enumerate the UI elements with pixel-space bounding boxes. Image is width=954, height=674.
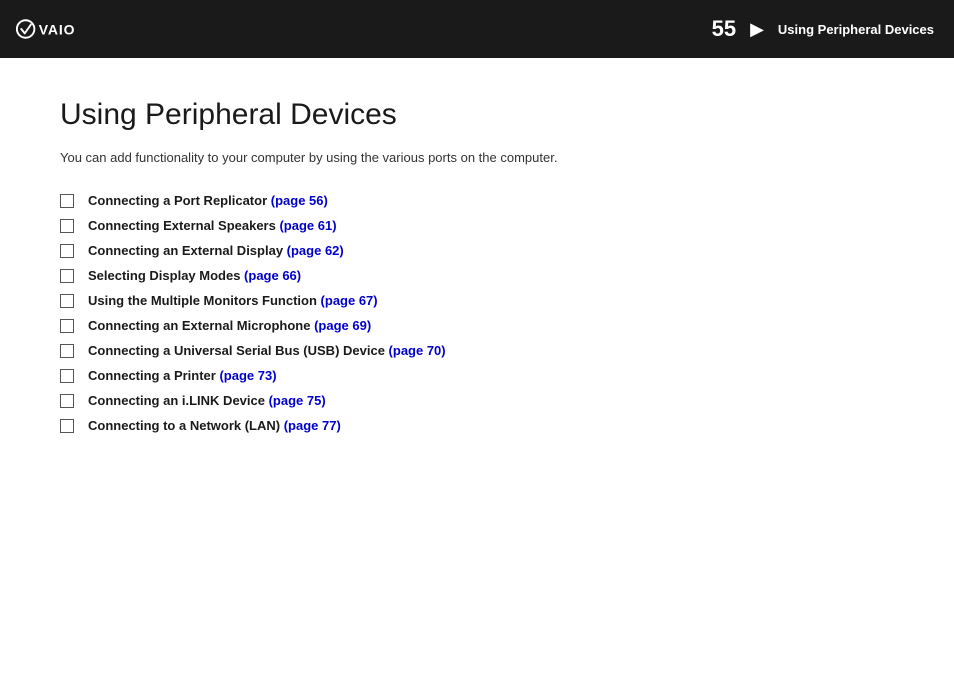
toc-item-8-text: Connecting a Printer (page 73): [88, 368, 277, 383]
toc-item-1-text: Connecting a Port Replicator (page 56): [88, 193, 328, 208]
intro-paragraph: You can add functionality to your comput…: [60, 150, 894, 165]
toc-item-6-text: Connecting an External Microphone (page …: [88, 318, 371, 333]
list-item: Connecting an External Display (page 62): [60, 243, 894, 258]
list-item: Connecting an External Microphone (page …: [60, 318, 894, 333]
checkbox-icon-4: [60, 269, 74, 283]
toc-item-9-text: Connecting an i.LINK Device (page 75): [88, 393, 326, 408]
toc-link-6[interactable]: (page 69): [314, 318, 371, 333]
checkbox-icon-1: [60, 194, 74, 208]
list-item: Connecting a Port Replicator (page 56): [60, 193, 894, 208]
list-item: Connecting External Speakers (page 61): [60, 218, 894, 233]
checkbox-icon-9: [60, 394, 74, 408]
toc-item-3-text: Connecting an External Display (page 62): [88, 243, 344, 258]
checkbox-icon-5: [60, 294, 74, 308]
toc-link-4[interactable]: (page 66): [244, 268, 301, 283]
header-section-title: Using Peripheral Devices: [778, 22, 934, 37]
header-right: 55 ▶ Using Peripheral Devices: [712, 16, 934, 42]
page-number: 55: [712, 16, 736, 42]
toc-item-7-text: Connecting a Universal Serial Bus (USB) …: [88, 343, 446, 358]
toc-item-4-text: Selecting Display Modes (page 66): [88, 268, 301, 283]
toc-link-5[interactable]: (page 67): [321, 293, 378, 308]
list-item: Connecting a Universal Serial Bus (USB) …: [60, 343, 894, 358]
page-title: Using Peripheral Devices: [60, 98, 894, 132]
header-arrow-icon: ▶: [750, 19, 764, 40]
toc-link-10[interactable]: (page 77): [284, 418, 341, 433]
checkbox-icon-3: [60, 244, 74, 258]
checkbox-icon-7: [60, 344, 74, 358]
checkbox-icon-8: [60, 369, 74, 383]
toc-link-8[interactable]: (page 73): [219, 368, 276, 383]
list-item: Connecting an i.LINK Device (page 75): [60, 393, 894, 408]
toc-item-5-text: Using the Multiple Monitors Function (pa…: [88, 293, 378, 308]
toc-link-1[interactable]: (page 56): [271, 193, 328, 208]
toc-link-9[interactable]: (page 75): [269, 393, 326, 408]
toc-link-7[interactable]: (page 70): [389, 343, 446, 358]
toc-item-2-text: Connecting External Speakers (page 61): [88, 218, 337, 233]
checkbox-icon-2: [60, 219, 74, 233]
main-content: Using Peripheral Devices You can add fun…: [0, 58, 954, 483]
page-header: VAIO 55 ▶ Using Peripheral Devices: [0, 0, 954, 58]
checkbox-icon-6: [60, 319, 74, 333]
toc-link-2[interactable]: (page 61): [279, 218, 336, 233]
list-item: Selecting Display Modes (page 66): [60, 268, 894, 283]
list-item: Connecting to a Network (LAN) (page 77): [60, 418, 894, 433]
list-item: Using the Multiple Monitors Function (pa…: [60, 293, 894, 308]
toc-item-10-text: Connecting to a Network (LAN) (page 77): [88, 418, 341, 433]
toc-link-3[interactable]: (page 62): [287, 243, 344, 258]
list-item: Connecting a Printer (page 73): [60, 368, 894, 383]
svg-text:VAIO: VAIO: [39, 21, 76, 37]
toc-list: Connecting a Port Replicator (page 56) C…: [60, 193, 894, 433]
vaio-logo: VAIO: [16, 15, 112, 43]
checkbox-icon-10: [60, 419, 74, 433]
